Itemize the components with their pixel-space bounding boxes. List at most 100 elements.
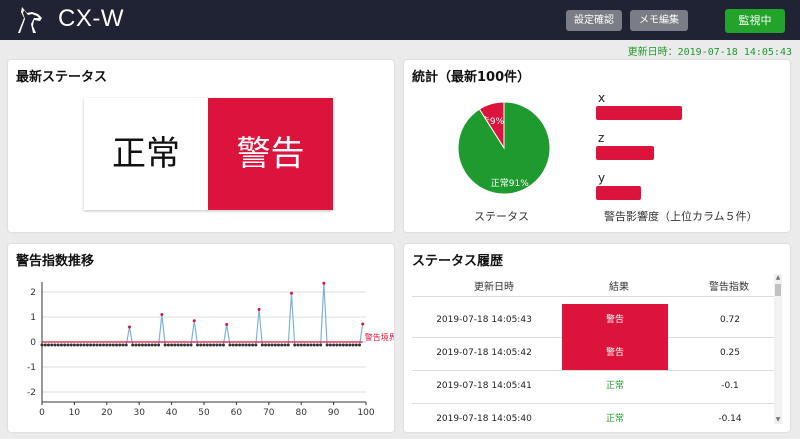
trend-point: [202, 343, 206, 347]
trend-point: [354, 343, 358, 347]
bar-caption: 警告影響度（上位カラム５件）: [604, 210, 758, 223]
warning-trend-chart: 210-1-20 10 20 30 40 50 60 70 80 90 100警告境界: [27, 281, 394, 418]
row-time: 2019-07-18 14:05:41: [436, 381, 532, 391]
trend-line: [42, 283, 364, 346]
trend-point: [251, 343, 255, 347]
row-index: 0.25: [719, 348, 741, 358]
scroll-thumb[interactable]: [775, 284, 781, 296]
settings-button[interactable]: 設定確認: [566, 10, 622, 31]
x-tick-label: 90: [328, 408, 340, 418]
trend-point: [92, 343, 96, 347]
bar-category-label: z: [598, 131, 604, 145]
x-tick-label: 0: [39, 408, 45, 418]
trend-point: [322, 281, 326, 285]
app-header: CX-W 設定確認 メモ編集 監視中: [0, 0, 800, 40]
trend-point: [205, 343, 209, 347]
status-history-title: ステータス履歴: [412, 254, 504, 269]
trend-point: [147, 343, 151, 347]
impact-bar: [596, 186, 641, 200]
x-tick-label: 40: [166, 408, 178, 418]
y-tick-label: 1: [30, 313, 36, 323]
trend-point: [179, 343, 183, 347]
trend-point: [111, 343, 115, 347]
scroll-up-icon[interactable]: ▲: [774, 274, 782, 282]
y-tick-label: -2: [27, 388, 36, 398]
trend-point: [69, 343, 73, 347]
trend-point: [254, 343, 258, 347]
trend-point: [56, 343, 60, 347]
row-result: 正常: [605, 381, 624, 391]
trend-point: [173, 343, 177, 347]
table-row[interactable]: 2019-07-18 14:05:42 警告 0.25: [412, 337, 780, 371]
trend-point: [79, 343, 83, 347]
trend-point: [95, 343, 99, 347]
trend-point: [270, 343, 274, 347]
trend-point: [328, 343, 332, 347]
trend-point: [144, 343, 148, 347]
trend-point: [315, 343, 319, 347]
trend-point: [66, 343, 70, 347]
x-tick-label: 50: [198, 408, 210, 418]
trend-point: [189, 343, 193, 347]
trend-point: [186, 343, 190, 347]
monitoring-button[interactable]: 監視中: [725, 9, 785, 33]
trend-point: [215, 343, 219, 347]
trend-point: [273, 343, 277, 347]
x-tick-label: 60: [231, 408, 243, 418]
row-index: -0.14: [718, 414, 742, 424]
trend-point: [170, 343, 174, 347]
app-title: CX-W: [58, 5, 124, 32]
col-header-index: 警告指数: [709, 282, 749, 293]
history-scrollbar[interactable]: ▲ ▼: [774, 274, 782, 424]
warning-trend-card: 警告指数推移 2 1 0 -1 -2 0 10 20 30 40 50 60 70 80 90 100 警告境界: [8, 244, 394, 432]
trend-point: [241, 343, 245, 347]
table-row[interactable]: 2019-07-18 14:05:43 警告 0.72: [412, 304, 780, 338]
trend-point: [115, 343, 119, 347]
trend-point: [124, 343, 128, 347]
trend-point: [163, 343, 167, 347]
trend-point: [296, 343, 300, 347]
trend-point: [192, 319, 196, 323]
row-result: 警告: [562, 337, 668, 370]
trend-point: [244, 343, 248, 347]
trend-point: [280, 343, 284, 347]
trend-point: [228, 343, 232, 347]
trend-point: [348, 343, 352, 347]
table-row[interactable]: 2019-07-18 14:05:40 正常 -0.14: [412, 403, 780, 436]
x-tick-label: 20: [101, 408, 113, 418]
trend-point: [196, 343, 200, 347]
table-row[interactable]: 2019-07-18 14:05:41 正常 -0.1: [412, 370, 780, 404]
trend-point: [341, 343, 345, 347]
bar-category-label: x: [598, 91, 605, 105]
trend-point: [257, 308, 261, 311]
trend-point: [59, 343, 63, 347]
trend-point: [160, 313, 164, 316]
trend-point: [218, 343, 222, 347]
trend-point: [361, 322, 365, 326]
stats-card: 統計（最新100件） 警告9%正常91% x z y ステータス 警告影響度（上位カ…: [404, 60, 790, 232]
x-tick-label: 70: [263, 408, 275, 418]
memo-edit-button[interactable]: メモ編集: [630, 10, 688, 31]
trend-point: [137, 343, 141, 347]
trend-point: [264, 343, 268, 347]
row-result: 警告: [562, 304, 668, 337]
x-tick-label: 100: [357, 408, 374, 418]
scroll-down-icon[interactable]: ▼: [774, 416, 782, 424]
impact-bar: [596, 106, 682, 120]
status-pie-chart: 警告9%正常91%: [457, 101, 551, 195]
trend-point: [299, 343, 303, 347]
trend-point: [293, 343, 297, 347]
trend-point: [312, 343, 316, 347]
trend-point: [260, 343, 264, 347]
trend-point: [286, 343, 290, 347]
dog-logo-icon: [18, 7, 42, 33]
trend-point: [43, 343, 47, 347]
trend-point: [153, 343, 157, 347]
trend-point: [105, 343, 109, 347]
trend-point: [53, 343, 57, 347]
trend-point: [208, 343, 212, 347]
latest-status-title: 最新ステータス: [16, 70, 108, 85]
status-warning-cell: 警告: [208, 98, 333, 210]
threshold-label: 警告境界: [365, 332, 394, 342]
trend-point: [306, 343, 310, 347]
